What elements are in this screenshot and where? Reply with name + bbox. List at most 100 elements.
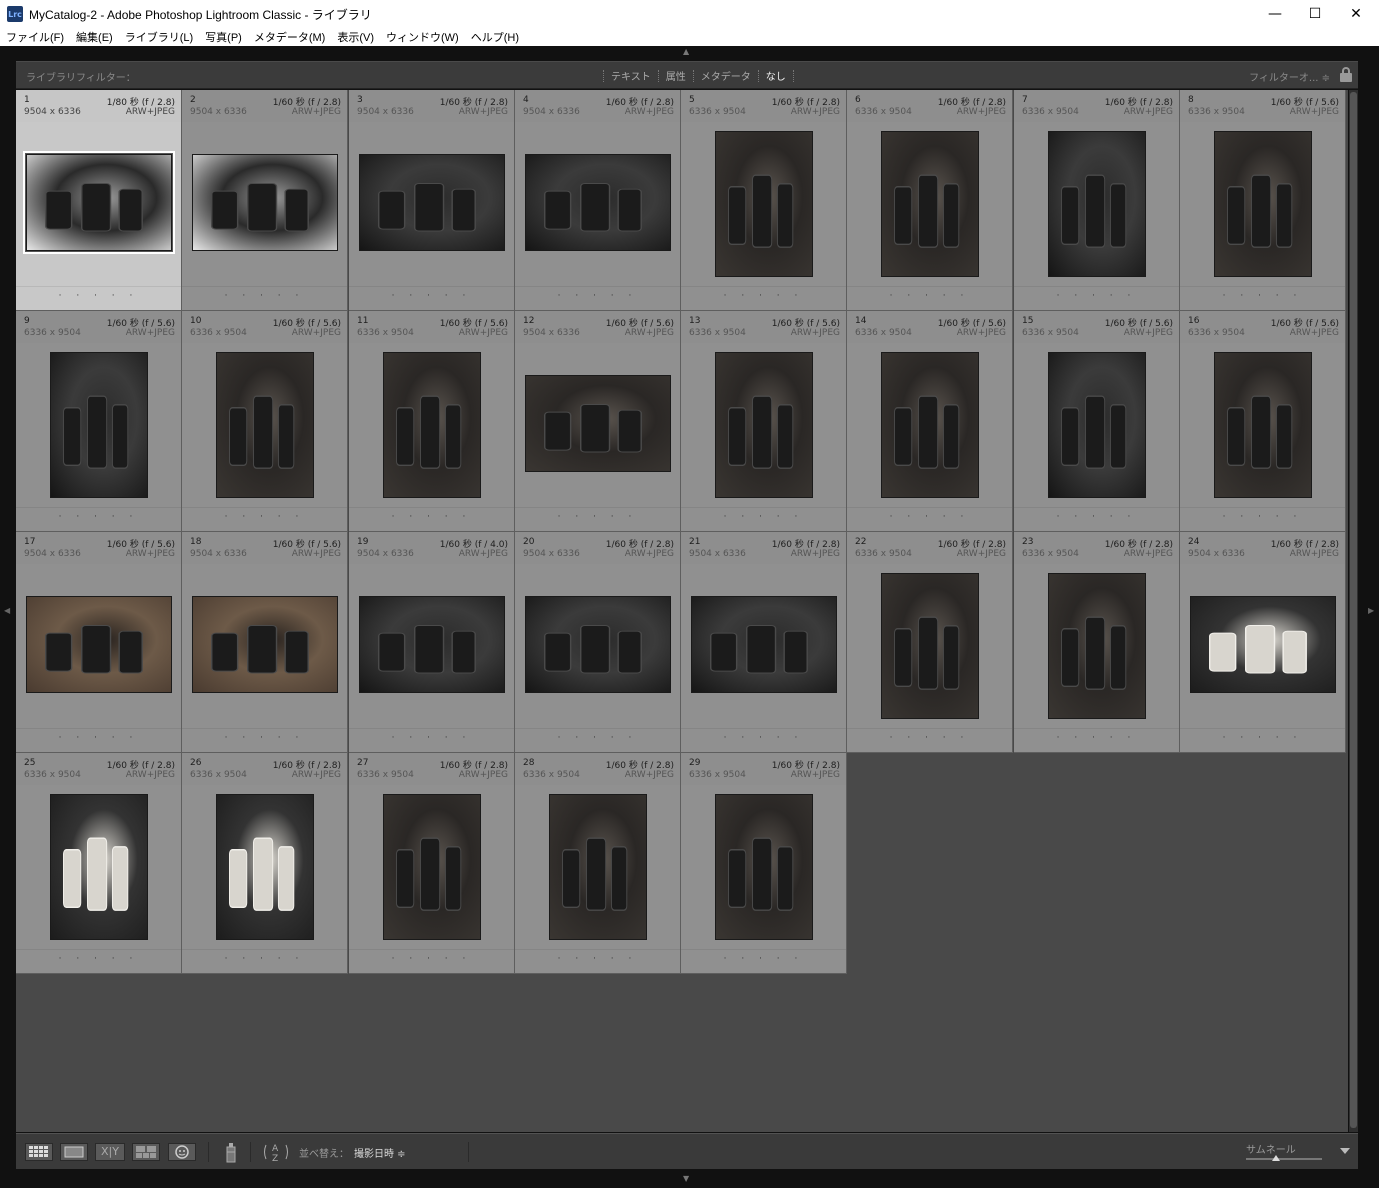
photo-thumbnail[interactable] (549, 794, 647, 940)
rating-dots[interactable]: · · · · · (1014, 733, 1179, 743)
photo-thumbnail[interactable] (359, 154, 505, 251)
photo-cell-20[interactable]: 20 1/60 秒 (f / 2.8) 9504 x 6336 ARW+JPEG · ·… (515, 532, 681, 753)
sort-direction-icon[interactable]: AZ (262, 1141, 292, 1164)
photo-thumbnail[interactable] (383, 794, 481, 940)
rating-dots[interactable]: · · · · · (349, 733, 514, 743)
rating-dots[interactable]: · · · · · (182, 512, 347, 522)
photo-cell-15[interactable]: 15 1/60 秒 (f / 5.6) 6336 x 9504 ARW+JPEG · ·… (1014, 311, 1180, 532)
right-panel-toggle-icon[interactable]: ▶ (1368, 606, 1374, 615)
photo-cell-7[interactable]: 7 1/60 秒 (f / 2.8) 6336 x 9504 ARW+JPEG · · … (1014, 90, 1180, 311)
photo-thumbnail[interactable] (525, 596, 671, 693)
photo-thumbnail[interactable] (192, 154, 338, 251)
rating-dots[interactable]: · · · · · (1014, 291, 1179, 301)
photo-thumbnail[interactable] (881, 352, 979, 498)
rating-dots[interactable]: · · · · · (349, 291, 514, 301)
rating-dots[interactable]: · · · · · (847, 512, 1012, 522)
photo-thumbnail[interactable] (715, 794, 813, 940)
toolbar-content-menu-icon[interactable] (1340, 1148, 1350, 1154)
rating-dots[interactable]: · · · · · (182, 954, 347, 964)
photo-cell-2[interactable]: 2 1/60 秒 (f / 2.8) 9504 x 6336 ARW+JPEG · · … (182, 90, 348, 311)
photo-thumbnail[interactable] (691, 596, 837, 693)
rating-dots[interactable]: · · · · · (847, 733, 1012, 743)
photo-thumbnail[interactable] (715, 352, 813, 498)
photo-thumbnail[interactable] (50, 352, 148, 498)
photo-cell-23[interactable]: 23 1/60 秒 (f / 2.8) 6336 x 9504 ARW+JPEG · ·… (1014, 532, 1180, 753)
photo-thumbnail[interactable] (525, 154, 671, 251)
photo-thumbnail[interactable] (23, 151, 175, 254)
rating-dots[interactable]: · · · · · (182, 733, 347, 743)
photo-cell-6[interactable]: 6 1/60 秒 (f / 2.8) 6336 x 9504 ARW+JPEG · · … (847, 90, 1013, 311)
menu-edit[interactable]: 編集(E) (76, 29, 113, 45)
people-view-button[interactable] (168, 1143, 196, 1161)
maximize-button[interactable]: ☐ (1292, 0, 1338, 28)
rating-dots[interactable]: · · · · · (16, 733, 181, 743)
photo-thumbnail[interactable] (192, 596, 338, 693)
menu-library[interactable]: ライブラリ(L) (125, 29, 193, 45)
photo-thumbnail[interactable] (525, 375, 671, 472)
photo-cell-14[interactable]: 14 1/60 秒 (f / 5.6) 6336 x 9504 ARW+JPEG · ·… (847, 311, 1013, 532)
rating-dots[interactable]: · · · · · (1014, 512, 1179, 522)
rating-dots[interactable]: · · · · · (681, 954, 846, 964)
photo-cell-11[interactable]: 11 1/60 秒 (f / 5.6) 6336 x 9504 ARW+JPEG · ·… (349, 311, 515, 532)
rating-dots[interactable]: · · · · · (681, 512, 846, 522)
photo-thumbnail[interactable] (1190, 596, 1336, 693)
menu-photo[interactable]: 写真(P) (205, 29, 242, 45)
rating-dots[interactable]: · · · · · (16, 954, 181, 964)
photo-thumbnail[interactable] (1048, 131, 1146, 277)
photo-thumbnail[interactable] (715, 131, 813, 277)
photo-cell-5[interactable]: 5 1/60 秒 (f / 2.8) 6336 x 9504 ARW+JPEG · · … (681, 90, 847, 311)
rating-dots[interactable]: · · · · · (182, 291, 347, 301)
bottom-panel-toggle-icon[interactable]: ▼ (683, 1174, 689, 1183)
photo-cell-24[interactable]: 24 1/60 秒 (f / 2.8) 9504 x 6336 ARW+JPEG · ·… (1180, 532, 1346, 753)
photo-cell-4[interactable]: 4 1/60 秒 (f / 2.8) 9504 x 6336 ARW+JPEG · · … (515, 90, 681, 311)
close-button[interactable]: ✕ (1333, 0, 1379, 28)
photo-cell-10[interactable]: 10 1/60 秒 (f / 5.6) 6336 x 9504 ARW+JPEG · ·… (182, 311, 348, 532)
photo-thumbnail[interactable] (383, 352, 481, 498)
rating-dots[interactable]: · · · · · (1180, 512, 1345, 522)
photo-thumbnail[interactable] (50, 794, 148, 940)
lock-icon[interactable] (1340, 67, 1352, 82)
photo-thumbnail[interactable] (1214, 131, 1312, 277)
photo-thumbnail[interactable] (359, 596, 505, 693)
photo-thumbnail[interactable] (1048, 573, 1146, 719)
menu-view[interactable]: 表示(V) (337, 29, 374, 45)
photo-cell-8[interactable]: 8 1/60 秒 (f / 5.6) 6336 x 9504 ARW+JPEG · · … (1180, 90, 1346, 311)
painter-spray-icon[interactable] (224, 1140, 238, 1164)
rating-dots[interactable]: · · · · · (1180, 291, 1345, 301)
photo-cell-22[interactable]: 22 1/60 秒 (f / 2.8) 6336 x 9504 ARW+JPEG · ·… (847, 532, 1013, 753)
rating-dots[interactable]: · · · · · (681, 733, 846, 743)
loupe-view-button[interactable] (60, 1143, 88, 1161)
photo-cell-12[interactable]: 12 1/60 秒 (f / 5.6) 9504 x 6336 ARW+JPEG · ·… (515, 311, 681, 532)
rating-dots[interactable]: · · · · · (515, 733, 680, 743)
scrollbar-thumb[interactable] (1350, 92, 1357, 1128)
rating-dots[interactable]: · · · · · (349, 512, 514, 522)
rating-dots[interactable]: · · · · · (847, 291, 1012, 301)
survey-view-button[interactable] (132, 1143, 160, 1161)
photo-cell-16[interactable]: 16 1/60 秒 (f / 5.6) 6336 x 9504 ARW+JPEG · ·… (1180, 311, 1346, 532)
photo-thumbnail[interactable] (881, 131, 979, 277)
rating-dots[interactable]: · · · · · (16, 291, 181, 301)
photo-cell-28[interactable]: 28 1/60 秒 (f / 2.8) 6336 x 9504 ARW+JPEG · ·… (515, 753, 681, 974)
rating-dots[interactable]: · · · · · (1180, 733, 1345, 743)
photo-cell-13[interactable]: 13 1/60 秒 (f / 5.6) 6336 x 9504 ARW+JPEG · ·… (681, 311, 847, 532)
menu-window[interactable]: ウィンドウ(W) (386, 29, 459, 45)
photo-cell-29[interactable]: 29 1/60 秒 (f / 2.8) 6336 x 9504 ARW+JPEG · ·… (681, 753, 847, 974)
filter-tab-none[interactable]: なし (766, 68, 786, 83)
photo-cell-25[interactable]: 25 1/60 秒 (f / 2.8) 6336 x 9504 ARW+JPEG · ·… (16, 753, 182, 974)
photo-cell-9[interactable]: 9 1/60 秒 (f / 5.6) 6336 x 9504 ARW+JPEG · · … (16, 311, 182, 532)
photo-cell-18[interactable]: 18 1/60 秒 (f / 5.6) 9504 x 6336 ARW+JPEG · ·… (182, 532, 348, 753)
top-panel-toggle-icon[interactable]: ▲ (683, 47, 689, 56)
photo-cell-21[interactable]: 21 1/60 秒 (f / 2.8) 9504 x 6336 ARW+JPEG · ·… (681, 532, 847, 753)
filter-tab-text[interactable]: テキスト (611, 68, 651, 83)
compare-view-button[interactable]: X|Y (95, 1143, 125, 1161)
rating-dots[interactable]: · · · · · (515, 512, 680, 522)
filter-tab-metadata[interactable]: メタデータ (701, 68, 751, 83)
photo-cell-19[interactable]: 19 1/60 秒 (f / 4.0) 9504 x 6336 ARW+JPEG · ·… (349, 532, 515, 753)
filter-tab-attribute[interactable]: 属性 (666, 68, 686, 83)
rating-dots[interactable]: · · · · · (681, 291, 846, 301)
menu-help[interactable]: ヘルプ(H) (471, 29, 519, 45)
menu-file[interactable]: ファイル(F) (6, 29, 64, 45)
photo-thumbnail[interactable] (881, 573, 979, 719)
photo-cell-3[interactable]: 3 1/60 秒 (f / 2.8) 9504 x 6336 ARW+JPEG · · … (349, 90, 515, 311)
photo-thumbnail[interactable] (26, 596, 172, 693)
